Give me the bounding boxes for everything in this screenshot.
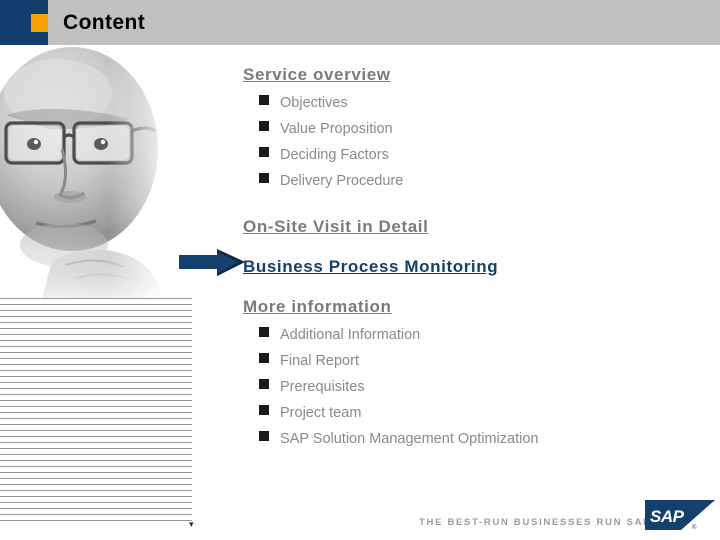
bullet-square-icon (259, 147, 269, 157)
bullet-list-more-information: Additional Information Final Report Prer… (243, 318, 713, 452)
bullet-square-icon (259, 379, 269, 389)
header-brand-block (0, 0, 48, 45)
list-item[interactable]: Prerequisites (259, 374, 713, 400)
list-item-label: SAP Solution Management Optimization (280, 431, 539, 447)
header-accent-square (31, 14, 48, 32)
list-item[interactable]: Delivery Procedure (259, 168, 713, 194)
stripe-marker-icon: ▾ (189, 519, 194, 529)
sap-logo: SAP ® (645, 500, 715, 534)
bullet-list-service-overview: Objectives Value Proposition Deciding Fa… (243, 86, 713, 194)
right-arrow-icon (179, 249, 245, 280)
list-item[interactable]: Additional Information (259, 322, 713, 348)
list-item[interactable]: Value Proposition (259, 116, 713, 142)
content-outline: Service overview Objectives Value Propos… (243, 64, 713, 452)
list-item-label: Deciding Factors (280, 147, 389, 163)
footer-tagline: THE BEST-RUN BUSINESSES RUN SAP (419, 517, 652, 528)
list-item-label: Prerequisites (280, 379, 365, 395)
section-heading-on-site-visit[interactable]: On-Site Visit in Detail (243, 216, 713, 238)
header-band (48, 0, 720, 45)
section-heading-service-overview[interactable]: Service overview (243, 64, 713, 86)
list-item-label: Delivery Procedure (280, 173, 404, 189)
bullet-square-icon (259, 327, 269, 337)
section-heading-business-process-monitoring[interactable]: Business Process Monitoring (243, 256, 713, 278)
bullet-square-icon (259, 431, 269, 441)
list-item-label: Value Proposition (280, 121, 393, 137)
list-item-label: Final Report (280, 353, 359, 369)
bullet-square-icon (259, 405, 269, 415)
portrait-photo (0, 45, 186, 305)
list-item[interactable]: Deciding Factors (259, 142, 713, 168)
list-item-label: Objectives (280, 95, 348, 111)
list-item[interactable]: SAP Solution Management Optimization (259, 426, 713, 452)
svg-text:SAP: SAP (650, 507, 685, 526)
bullet-square-icon (259, 121, 269, 131)
list-item-label: Project team (280, 405, 362, 421)
section-heading-more-information[interactable]: More information (243, 296, 713, 318)
decorative-stripe-pattern (0, 298, 192, 526)
bullet-square-icon (259, 353, 269, 363)
page-title: Content (63, 11, 146, 34)
list-item-label: Additional Information (280, 327, 421, 343)
list-item[interactable]: Project team (259, 400, 713, 426)
bullet-square-icon (259, 173, 269, 183)
list-item[interactable]: Final Report (259, 348, 713, 374)
list-item[interactable]: Objectives (259, 90, 713, 116)
bullet-square-icon (259, 95, 269, 105)
svg-text:®: ® (692, 524, 697, 531)
